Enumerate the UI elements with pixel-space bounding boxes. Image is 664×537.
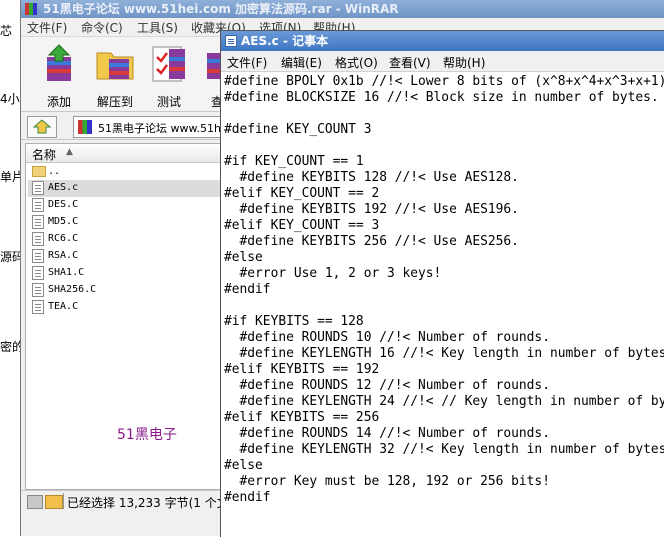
file-name: AES.c: [48, 182, 79, 193]
fragment-text: 源码: [0, 250, 22, 264]
add-archive-icon: [47, 44, 71, 81]
notepad-window: AES.c - 记事本 文件(F) 编辑(E) 格式(O) 查看(V) 帮助(H…: [220, 30, 664, 537]
background-browser-fragment: 芯 4小 单片 源码 密的: [0, 0, 22, 536]
notepad-text-area[interactable]: #define BPOLY 0x1b //!< Lower 8 bits of …: [221, 72, 664, 537]
menu-help[interactable]: 帮助(H): [443, 54, 485, 71]
menu-file[interactable]: 文件(F): [27, 19, 67, 36]
file-name: DES.C: [48, 199, 79, 210]
up-folder-button[interactable]: [27, 116, 57, 138]
text-file-icon: [32, 198, 44, 212]
text-file-icon: [32, 249, 44, 263]
file-name: SHA1.C: [48, 267, 85, 278]
fragment-text: 密的: [0, 340, 22, 354]
archive-icon: [78, 120, 92, 134]
notepad-title: AES.c - 记事本: [241, 34, 329, 48]
file-name: MD5.C: [48, 216, 79, 227]
fragment-text: 4小: [0, 92, 20, 106]
extract-to-label: 解压到: [96, 95, 133, 109]
text-file-icon: [32, 283, 44, 297]
extract-to-button[interactable]: 解压到: [87, 41, 143, 109]
status-divider: [63, 493, 64, 509]
winrar-title-bar[interactable]: 51黑电子论坛 www.51hei.com 加密算法源码.rar - WinRA…: [21, 0, 664, 18]
menu-file[interactable]: 文件(F): [227, 54, 267, 71]
text-file-icon: [32, 266, 44, 280]
test-button[interactable]: 测试: [141, 41, 197, 109]
up-arrow-icon: [32, 119, 52, 134]
selection-status: 已经选择 13,233 字节(1 个文件): [67, 496, 246, 510]
file-name: TEA.C: [48, 301, 79, 312]
text-file-icon: [32, 232, 44, 246]
source-code-text: #define BPOLY 0x1b //!< Lower 8 bits of …: [224, 74, 664, 505]
winrar-app-icon: [25, 3, 37, 15]
menu-view[interactable]: 查看(V): [389, 54, 431, 71]
menu-format[interactable]: 格式(O): [335, 54, 378, 71]
column-name-label: 名称: [32, 148, 57, 162]
add-button[interactable]: 添加: [31, 41, 87, 109]
file-name: ..: [48, 166, 61, 177]
extract-to-icon: [96, 52, 134, 80]
text-file-icon: [32, 300, 44, 314]
key-icon: [45, 495, 63, 509]
test-label: 测试: [156, 95, 181, 109]
text-file-icon: [32, 215, 44, 229]
menu-commands[interactable]: 命令(C): [81, 19, 123, 36]
parent-folder-icon: [32, 166, 46, 177]
watermark-text: 51黑电子: [117, 427, 177, 443]
notepad-menu-bar: 文件(F) 编辑(E) 格式(O) 查看(V) 帮助(H): [221, 51, 664, 72]
file-name: RC6.C: [48, 233, 79, 244]
menu-tools[interactable]: 工具(S): [137, 19, 178, 36]
notepad-app-icon: [225, 35, 237, 47]
fragment-text: 芯: [0, 24, 13, 38]
sort-up-icon: ▲: [66, 147, 73, 157]
file-name: RSA.C: [48, 250, 79, 261]
drive-icon: [27, 495, 43, 509]
file-name: SHA256.C: [48, 284, 97, 295]
text-file-icon: [32, 181, 44, 195]
notepad-title-bar[interactable]: AES.c - 记事本: [221, 31, 664, 51]
test-icon: [152, 46, 185, 82]
fragment-text: 单片: [0, 170, 22, 184]
menu-edit[interactable]: 编辑(E): [281, 54, 322, 71]
add-label: 添加: [46, 95, 71, 109]
winrar-title: 51黑电子论坛 www.51hei.com 加密算法源码.rar - WinRA…: [43, 2, 399, 16]
